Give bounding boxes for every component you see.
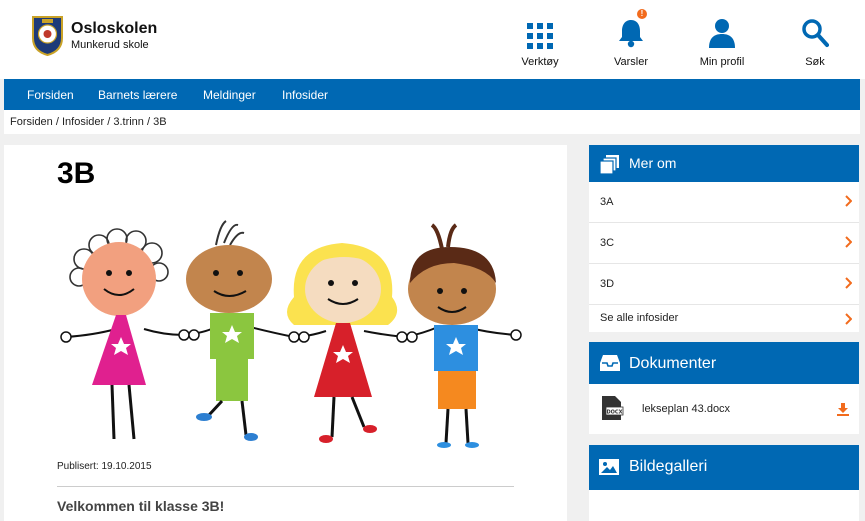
oslo-seal-icon[interactable] [30,14,65,56]
child-blue [408,223,496,448]
breadcrumb-forsiden[interactable]: Forsiden [10,116,53,128]
breadcrumb-separator: / [52,116,62,128]
search-icon [802,19,829,47]
notification-badge: ! [637,9,647,19]
published-date: Publisert: 19.10.2015 [57,461,152,472]
breadcrumb-infosider[interactable]: Infosider [62,116,104,128]
dokumenter-panel: Dokumenter DOCX lekseplan 43.docx [589,342,859,434]
page-title: 3B [57,157,96,190]
download-icon[interactable] [837,403,849,416]
mer-om-item-label: 3C [600,237,615,249]
child-curly-pink [69,228,169,440]
nav-item-forsiden[interactable]: Forsiden [27,88,74,102]
min-profil-button[interactable]: Min profil [682,18,762,68]
sok-label: Søk [805,56,825,68]
child-green [186,220,272,441]
chevron-right-icon [845,195,852,207]
child-blonde-red [287,243,398,443]
pages-icon [599,155,619,174]
mer-om-title: Mer om [629,155,677,171]
breadcrumb-separator: / [143,116,154,128]
bildegalleri-title: Bildegalleri [629,458,708,475]
bell-icon [619,20,643,48]
mer-om-item-label: 3D [600,278,615,290]
varsler-label: Varsler [613,56,649,68]
inbox-icon [600,355,620,371]
mer-om-item-3c[interactable]: 3C [589,223,859,264]
breadcrumb-current: 3B [153,116,167,128]
chevron-right-icon [845,277,852,289]
mer-om-header: Mer om [589,145,859,182]
verktoy-button[interactable]: Verktøy [500,18,580,68]
mer-om-item-3d[interactable]: 3D [589,264,859,305]
dokumenter-header: Dokumenter [589,342,859,384]
dokumenter-title: Dokumenter [629,355,717,372]
main-nav: Forsiden Barnets lærere Meldinger Infosi… [4,79,860,110]
breadcrumb-separator: / [104,116,114,128]
children-illustration [60,220,522,448]
nav-item-barnets-laerere[interactable]: Barnets lærere [98,88,177,102]
se-alle-infosider-label: Se alle infosider [600,312,679,324]
svg-text:DOCX: DOCX [607,410,623,416]
breadcrumb-3-trinn[interactable]: 3.trinn [113,116,144,128]
user-icon [709,19,735,48]
mer-om-item-3a[interactable]: 3A [589,182,859,223]
chevron-right-icon [845,313,852,325]
nav-item-meldinger[interactable]: Meldinger [203,88,256,102]
mer-om-item-label: 3A [600,196,614,208]
varsler-button[interactable]: ! Varsler [591,9,671,68]
sok-button[interactable]: Søk [775,18,855,68]
chevron-right-icon [845,236,852,248]
image-icon [599,459,619,475]
bildegalleri-panel: Bildegalleri [589,445,859,521]
document-name: lekseplan 43.docx [642,403,731,415]
docx-file-icon: DOCX [602,396,624,420]
min-profil-label: Min profil [699,56,745,68]
document-item[interactable]: DOCX lekseplan 43.docx [589,384,859,432]
main-content: 3B Publisert: 19.10.2015 Velkommen til k… [4,145,567,521]
mer-om-panel: Mer om 3A 3C 3D Se alle infosider [589,145,859,332]
divider [57,486,514,487]
bildegalleri-header: Bildegalleri [589,445,859,490]
se-alle-infosider-link[interactable]: Se alle infosider [589,305,859,332]
grid-icon [527,23,553,49]
school-name: Munkerud skole [71,39,149,51]
verktoy-label: Verktøy [521,56,559,68]
nav-item-infosider[interactable]: Infosider [282,88,328,102]
brand-title[interactable]: Osloskolen [71,20,157,38]
breadcrumb: Forsiden / Infosider / 3.trinn / 3B [4,110,860,134]
welcome-heading: Velkommen til klasse 3B! [57,498,225,514]
site-header: Osloskolen Munkerud skole Verktøy ! Vars… [0,0,865,79]
